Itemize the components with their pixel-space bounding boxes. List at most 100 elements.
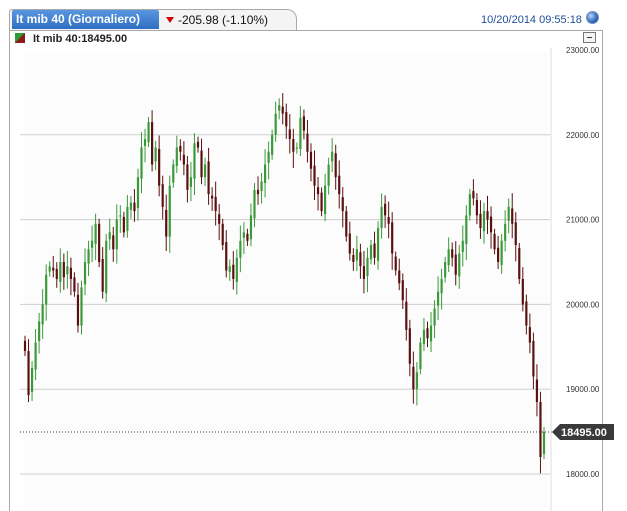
candle-body bbox=[281, 106, 284, 114]
candle-body bbox=[401, 280, 404, 301]
candle-body bbox=[384, 203, 387, 216]
candle-body bbox=[140, 147, 143, 179]
candle-body bbox=[76, 294, 80, 326]
candle-body bbox=[334, 153, 337, 178]
candle-body bbox=[45, 274, 48, 305]
candle-body bbox=[514, 222, 517, 246]
candle-body bbox=[482, 211, 486, 232]
candle-body bbox=[327, 164, 330, 186]
candle-body bbox=[221, 223, 224, 246]
candle-body bbox=[362, 266, 366, 279]
candle-body bbox=[101, 258, 104, 292]
candle-body bbox=[451, 249, 454, 258]
candle-body bbox=[539, 401, 542, 458]
candle-body bbox=[341, 197, 344, 212]
candle-body bbox=[83, 262, 87, 285]
candle-body bbox=[324, 185, 327, 215]
candle-body bbox=[500, 240, 503, 266]
candle-body bbox=[129, 202, 133, 210]
candle-body bbox=[90, 240, 94, 248]
candle-body bbox=[521, 278, 524, 305]
candle-body bbox=[479, 213, 482, 229]
candle-body bbox=[285, 112, 288, 127]
candle-body bbox=[352, 255, 355, 262]
candle-body bbox=[295, 147, 298, 149]
candle-body bbox=[253, 189, 256, 219]
candle-body bbox=[182, 154, 185, 165]
candle-body bbox=[320, 192, 323, 212]
candle-body bbox=[461, 240, 464, 252]
candle-body bbox=[232, 264, 235, 279]
candle-body bbox=[387, 216, 390, 224]
candle-body bbox=[179, 145, 182, 152]
candle-body bbox=[369, 245, 373, 260]
candle-body bbox=[274, 113, 277, 135]
candle-body bbox=[105, 240, 108, 294]
candle-body bbox=[486, 211, 489, 220]
candle-body bbox=[398, 270, 401, 284]
candle-body bbox=[391, 222, 394, 254]
candle-body bbox=[313, 165, 316, 186]
candle-body bbox=[299, 117, 302, 150]
candle-body bbox=[542, 432, 546, 454]
y-tick-label: 22000.00 bbox=[566, 131, 600, 140]
candle-body bbox=[23, 340, 27, 352]
candle-body bbox=[133, 202, 136, 212]
y-tick-label: 21000.00 bbox=[566, 216, 600, 225]
candle-body bbox=[380, 206, 383, 229]
candle-body bbox=[154, 147, 157, 162]
candle-body bbox=[249, 215, 253, 240]
candle-body bbox=[507, 206, 510, 221]
candle-body bbox=[504, 223, 507, 241]
candle-body bbox=[66, 266, 69, 275]
candle-body bbox=[62, 262, 65, 278]
candle-body bbox=[302, 116, 306, 131]
candle-body bbox=[288, 129, 291, 140]
candle-body bbox=[242, 232, 245, 238]
candle-body bbox=[458, 253, 461, 277]
candle-body bbox=[260, 181, 263, 192]
candle-body bbox=[444, 262, 447, 278]
candle-body bbox=[151, 122, 154, 165]
candle-body bbox=[246, 233, 249, 241]
candle-body bbox=[447, 249, 450, 266]
candle-body bbox=[80, 287, 83, 326]
candle-body bbox=[200, 150, 203, 178]
candle-body bbox=[511, 208, 514, 224]
candle-body bbox=[338, 175, 341, 195]
last-price-tag-label: 18495.00 bbox=[561, 427, 607, 439]
candle-body bbox=[405, 301, 408, 330]
candle-body bbox=[214, 196, 217, 212]
candle-body bbox=[55, 268, 58, 279]
candle-body bbox=[415, 372, 418, 390]
candle-body bbox=[345, 211, 348, 237]
candle-body bbox=[535, 379, 539, 402]
candle-body bbox=[422, 329, 426, 345]
candle-body bbox=[203, 164, 207, 178]
candle-body bbox=[355, 249, 358, 261]
candle-body bbox=[69, 267, 72, 279]
candle-body bbox=[119, 215, 122, 217]
candle-body bbox=[94, 223, 97, 244]
y-tick-label: 23000.00 bbox=[566, 46, 600, 55]
candle-body bbox=[525, 301, 528, 326]
candle-body bbox=[147, 122, 150, 143]
candle-body bbox=[316, 187, 320, 195]
candle-body bbox=[27, 351, 30, 396]
candle-body bbox=[161, 184, 164, 207]
candle-body bbox=[189, 177, 193, 187]
candle-body bbox=[225, 241, 228, 271]
candle-body bbox=[30, 368, 34, 393]
price-chart: 23000.00 22000.00 21000.00 20000.00 19000.00… bbox=[20, 46, 614, 511]
candle-body bbox=[436, 291, 440, 306]
candle-body bbox=[263, 164, 267, 183]
candle-body bbox=[454, 254, 457, 275]
candle-body bbox=[87, 249, 90, 264]
candle-body bbox=[165, 209, 168, 237]
candle-body bbox=[228, 266, 231, 273]
candle-body bbox=[186, 164, 189, 190]
candle-body bbox=[158, 149, 161, 186]
candle-body bbox=[472, 191, 475, 199]
candle-body bbox=[168, 185, 171, 237]
candle-body bbox=[440, 278, 443, 294]
